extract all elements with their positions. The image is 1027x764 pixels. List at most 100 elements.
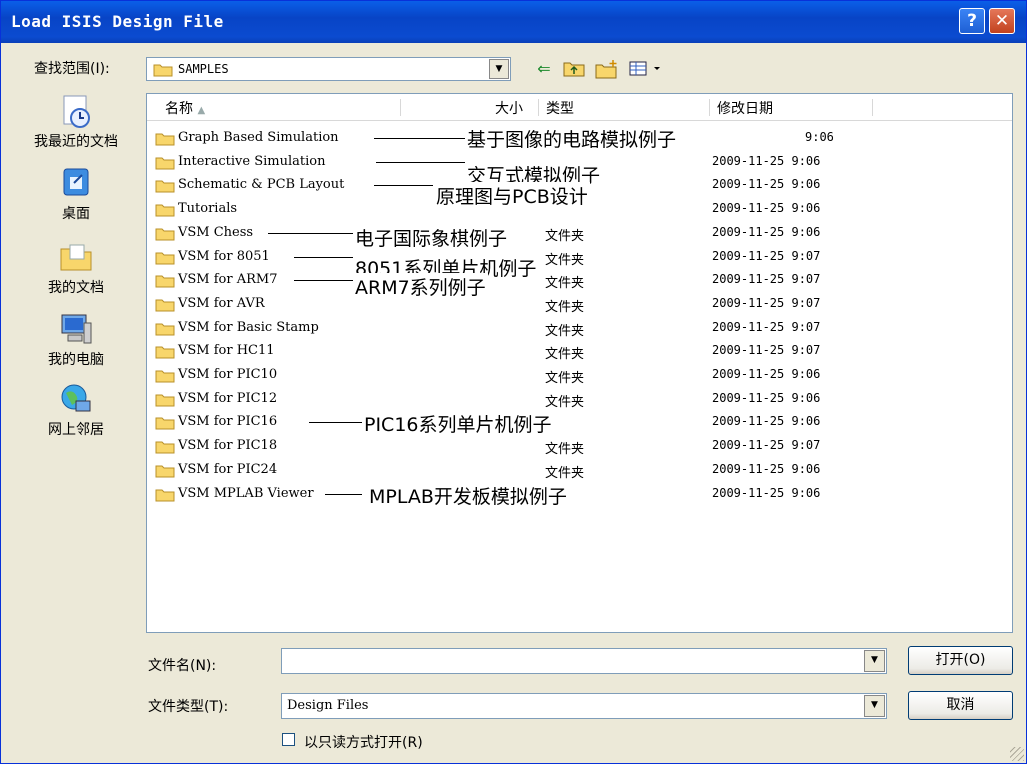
list-item[interactable]: VSM for HC11 文件夹 2009-11-25 9:07	[155, 340, 1005, 363]
file-type: 文件夹	[545, 276, 585, 292]
file-date: 9:06	[805, 130, 834, 144]
list-header: 名称 ▲ 大小 类型 修改日期	[147, 94, 1012, 121]
file-name: VSM for PIC10	[178, 367, 278, 382]
list-item[interactable]: VSM MPLAB Viewer 2009-11-25 9:06	[155, 483, 1005, 506]
list-item[interactable]: VSM for PIC12 文件夹 2009-11-25 9:06	[155, 388, 1005, 411]
file-date: 2009-11-25 9:06	[712, 153, 821, 168]
folder-icon	[155, 441, 175, 454]
file-list[interactable]: 名称 ▲ 大小 类型 修改日期 Graph Based Simulation 9:…	[146, 93, 1013, 633]
folder-icon	[155, 465, 175, 478]
file-name: VSM for 8051	[178, 248, 270, 264]
place-my-computer[interactable]: 我的电脑	[21, 311, 131, 369]
back-arrow-icon[interactable]: ⇐	[533, 59, 555, 79]
readonly-label: 以只读方式打开(R)	[304, 735, 423, 751]
file-type: 文件夹	[545, 299, 585, 315]
file-name: VSM for HC11	[178, 343, 275, 359]
my-computer-icon	[61, 314, 92, 344]
folder-icon	[155, 180, 175, 193]
annotation-leader-line	[309, 422, 362, 424]
open-button[interactable]: 打开(O)	[908, 646, 1013, 675]
file-name: Graph Based Simulation	[178, 130, 339, 145]
annotation-leader-line	[374, 185, 433, 187]
list-item[interactable]: VSM for PIC24 文件夹 2009-11-25 9:06	[155, 459, 1005, 482]
file-type: 文件夹	[545, 465, 585, 481]
file-name: VSM for PIC16	[178, 414, 278, 430]
file-name: VSM for ARM7	[178, 272, 278, 288]
annotation-leader-line	[294, 280, 353, 282]
file-name: Interactive Simulation	[178, 153, 326, 169]
file-type: 文件夹	[545, 323, 585, 339]
list-item[interactable]: VSM for PIC10 文件夹 2009-11-25 9:06	[155, 364, 1005, 387]
file-date: 2009-11-25 9:07	[712, 295, 821, 310]
column-type[interactable]: 类型	[546, 94, 574, 120]
filetype-label: 文件类型(T):	[148, 699, 229, 715]
view-menu-icon[interactable]	[628, 59, 664, 79]
file-date: 2009-11-25 9:06	[712, 201, 821, 216]
help-button[interactable]: ?	[959, 8, 985, 34]
filename-input[interactable]: ▼	[281, 648, 887, 674]
network-places-icon	[61, 384, 91, 412]
my-documents-icon	[60, 244, 92, 271]
place-label: 我最近的文档	[34, 134, 118, 150]
place-label: 桌面	[62, 206, 90, 222]
resize-grip-icon[interactable]	[1010, 747, 1024, 761]
column-name[interactable]: 名称 ▲	[165, 94, 205, 120]
cancel-button[interactable]: 取消	[908, 691, 1013, 720]
readonly-checkbox[interactable]	[282, 733, 295, 746]
list-item[interactable]: VSM for AVR 文件夹 2009-11-25 9:07	[155, 293, 1005, 316]
new-folder-icon[interactable]	[595, 59, 617, 79]
file-date: 2009-11-25 9:06	[712, 485, 821, 500]
column-modified[interactable]: 修改日期	[717, 94, 773, 120]
file-date: 2009-11-25 9:07	[712, 343, 821, 358]
file-name: Tutorials	[178, 201, 238, 217]
list-item[interactable]: VSM for PIC16 2009-11-25 9:06	[155, 411, 1005, 434]
lookin-dropdown-arrow-icon[interactable]: ▼	[489, 59, 509, 79]
place-network[interactable]: 网上邻居	[21, 381, 131, 439]
column-divider[interactable]	[709, 99, 710, 116]
folder-icon	[155, 157, 175, 170]
file-date: 2009-11-25 9:07	[712, 438, 821, 453]
file-date: 2009-11-25 9:06	[712, 461, 821, 476]
filename-dropdown-arrow-icon[interactable]: ▼	[864, 650, 885, 672]
load-isis-dialog: Load ISIS Design File ? ✕ 查找范围(I): SAMPL…	[0, 0, 1027, 764]
file-name: VSM MPLAB Viewer	[178, 485, 314, 501]
column-divider[interactable]	[538, 99, 539, 116]
filetype-dropdown-arrow-icon[interactable]: ▼	[864, 695, 885, 717]
lookin-dropdown[interactable]: SAMPLES ▼	[146, 57, 511, 81]
lookin-label: 查找范围(I):	[34, 61, 110, 77]
place-my-documents[interactable]: 我的文档	[21, 239, 131, 297]
list-item[interactable]: VSM for PIC18 文件夹 2009-11-25 9:07	[155, 435, 1005, 458]
folder-icon	[155, 417, 175, 430]
list-item[interactable]: VSM for Basic Stamp 文件夹 2009-11-25 9:07	[155, 317, 1005, 340]
annotation-text: 电子国际象棋例子	[353, 223, 510, 251]
annotation-leader-line	[294, 256, 353, 258]
filename-label: 文件名(N):	[148, 658, 217, 674]
place-label: 我的电脑	[48, 352, 104, 368]
annotation-text: 基于图像的电路模拟例子	[465, 125, 679, 152]
list-item[interactable]: VSM for 8051 文件夹 2009-11-25 9:07	[155, 246, 1005, 269]
column-size[interactable]: 大小	[495, 94, 523, 120]
folder-icon	[155, 489, 175, 501]
title-bar[interactable]: Load ISIS Design File ? ✕	[1, 1, 1026, 43]
lookin-value: SAMPLES	[178, 62, 229, 76]
place-label: 网上邻居	[48, 422, 104, 438]
file-date: 2009-11-25 9:07	[712, 319, 821, 334]
file-date: 2009-11-25 9:06	[712, 367, 821, 381]
folder-icon	[155, 275, 175, 288]
file-date: 2009-11-25 9:07	[712, 248, 821, 263]
file-type: 文件夹	[545, 228, 585, 244]
file-date: 2009-11-25 9:07	[712, 272, 821, 287]
folder-icon	[155, 299, 175, 312]
annotation-text: PIC16系列单片机例子	[362, 410, 554, 438]
place-recent-documents[interactable]: 我最近的文档	[21, 93, 131, 151]
file-type: 文件夹	[545, 442, 585, 458]
file-date: 2009-11-25 9:06	[712, 414, 821, 429]
list-item[interactable]: VSM for ARM7 文件夹 2009-11-25 9:07	[155, 269, 1005, 292]
place-desktop[interactable]: 桌面	[21, 165, 131, 223]
column-divider[interactable]	[872, 99, 873, 116]
close-button[interactable]: ✕	[989, 8, 1015, 34]
column-divider[interactable]	[400, 99, 401, 116]
up-folder-icon[interactable]	[563, 59, 585, 79]
file-date: 2009-11-25 9:06	[712, 177, 821, 192]
filetype-select[interactable]: Design Files ▼	[281, 693, 887, 719]
